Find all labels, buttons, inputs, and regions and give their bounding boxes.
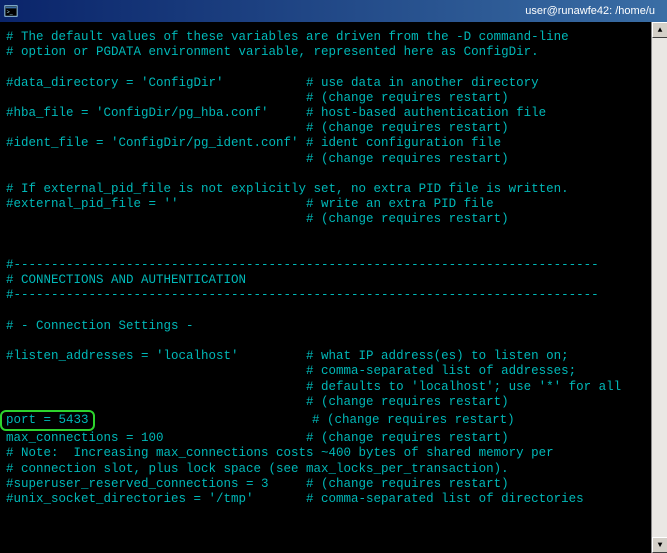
line: #unix_socket_directories = '/tmp' # comm… xyxy=(6,492,584,506)
line: # option or PGDATA environment variable,… xyxy=(6,45,539,59)
line: #---------------------------------------… xyxy=(6,288,599,302)
line: #listen_addresses = 'localhost' # what I… xyxy=(6,349,569,363)
line: # defaults to 'localhost'; use '*' for a… xyxy=(6,380,621,394)
titlebar-left: >_ xyxy=(4,4,18,18)
terminal-icon: >_ xyxy=(4,4,18,18)
titlebar: >_ user@runawfe42: /home/u xyxy=(0,0,667,22)
line: # - Connection Settings - xyxy=(6,319,194,333)
svg-text:>_: >_ xyxy=(7,10,13,16)
line: # If external_pid_file is not explicitly… xyxy=(6,182,569,196)
line: # CONNECTIONS AND AUTHENTICATION xyxy=(6,273,246,287)
line: # (change requires restart) xyxy=(6,395,509,409)
line: #external_pid_file = '' # write an extra… xyxy=(6,197,494,211)
line: # (change requires restart) xyxy=(6,212,509,226)
line: # comma-separated list of addresses; xyxy=(6,364,576,378)
line: #hba_file = 'ConfigDir/pg_hba.conf' # ho… xyxy=(6,106,546,120)
scroll-down-button[interactable]: ▼ xyxy=(652,537,667,553)
line: # (change requires restart) xyxy=(6,91,509,105)
line: #ident_file = 'ConfigDir/pg_ident.conf' … xyxy=(6,136,501,150)
line: #---------------------------------------… xyxy=(6,258,599,272)
line: max_connections = 100 # (change requires… xyxy=(6,431,509,445)
scroll-track[interactable] xyxy=(652,38,667,537)
line: # (change requires restart) xyxy=(95,413,515,427)
port-setting-highlighted: port = 5433 xyxy=(0,410,95,431)
line: #data_directory = 'ConfigDir' # use data… xyxy=(6,76,539,90)
scrollbar[interactable]: ▲ ▼ xyxy=(651,22,667,553)
line: #superuser_reserved_connections = 3 # (c… xyxy=(6,477,509,491)
line: # The default values of these variables … xyxy=(6,30,569,44)
scroll-up-button[interactable]: ▲ xyxy=(652,22,667,38)
line: # connection slot, plus lock space (see … xyxy=(6,462,509,476)
terminal-window: >_ user@runawfe42: /home/u # The default… xyxy=(0,0,667,553)
line: # Note: Increasing max_connections costs… xyxy=(6,446,554,460)
terminal-content[interactable]: # The default values of these variables … xyxy=(0,22,667,553)
line: # (change requires restart) xyxy=(6,121,509,135)
window-title: user@runawfe42: /home/u xyxy=(525,5,663,17)
line: # (change requires restart) xyxy=(6,152,509,166)
